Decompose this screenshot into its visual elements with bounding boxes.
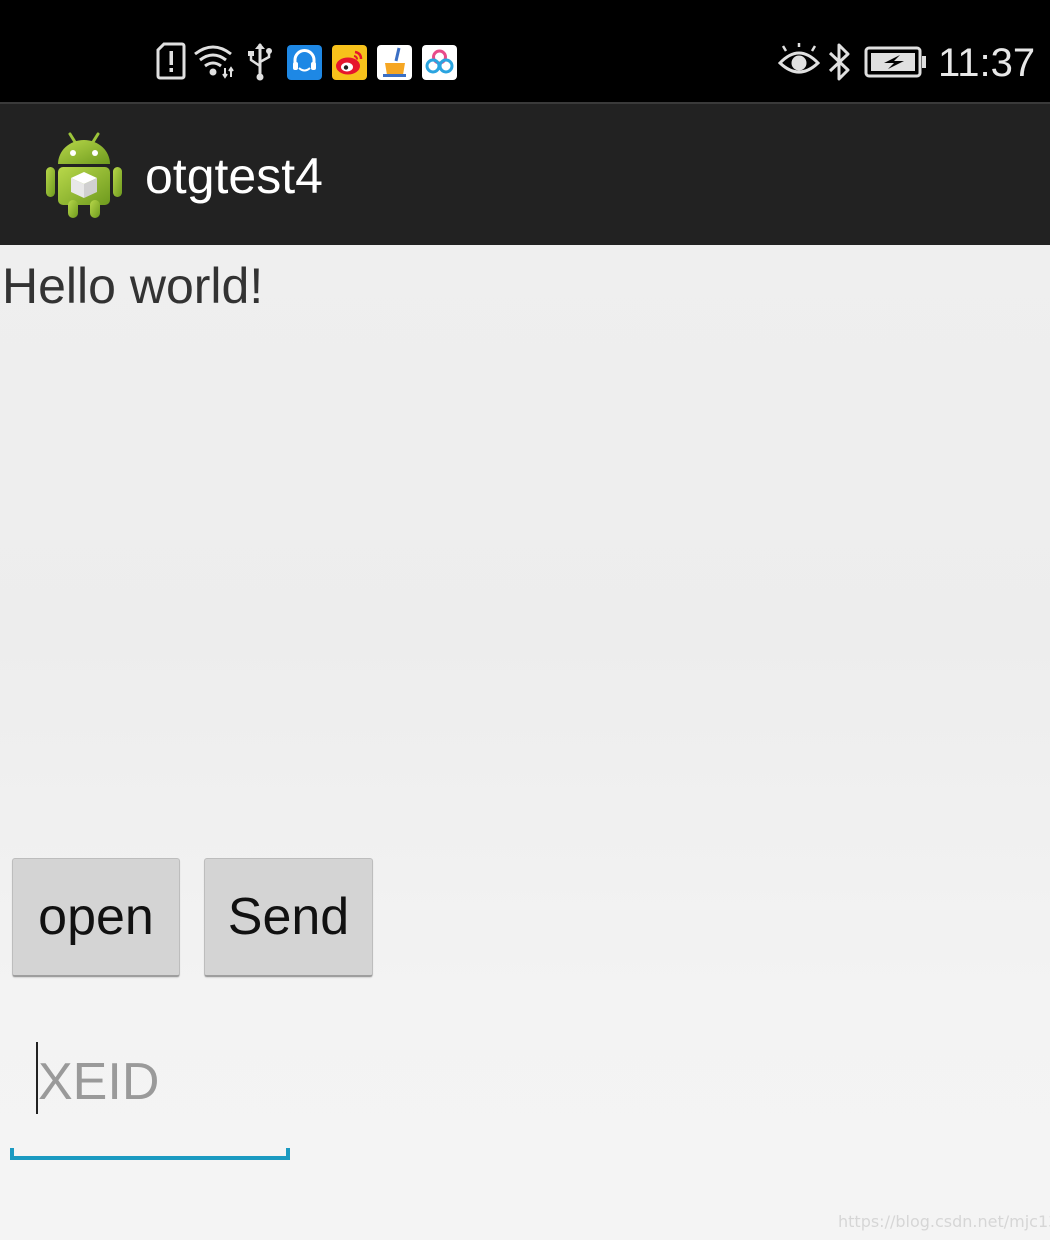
rings-app-icon xyxy=(422,45,457,80)
hello-text: Hello world! xyxy=(2,258,264,314)
send-button[interactable]: Send xyxy=(204,858,373,977)
xeid-underline xyxy=(10,1148,290,1160)
bluetooth-icon xyxy=(827,42,853,82)
battery-charging-icon xyxy=(864,46,928,78)
app-title: otgtest4 xyxy=(145,148,323,204)
android-robot-icon[interactable] xyxy=(44,128,124,220)
watermark: https://blog.csdn.net/mjc1321 xyxy=(838,1212,1050,1231)
weibo-app-icon xyxy=(332,45,367,80)
status-bar: 11:37 xyxy=(0,0,1050,102)
headset-support-app-icon xyxy=(287,45,322,80)
eye-care-icon xyxy=(778,43,820,83)
xeid-field[interactable]: XEID xyxy=(10,1030,290,1162)
status-clock: 11:37 xyxy=(938,41,1036,85)
usb-icon xyxy=(245,42,285,82)
wifi-icon xyxy=(192,42,234,82)
text-cursor xyxy=(36,1042,38,1114)
xeid-hint: XEID xyxy=(38,1053,160,1111)
cleaner-app-icon xyxy=(377,45,412,80)
open-button[interactable]: open xyxy=(12,858,180,977)
sim-alert-icon xyxy=(156,42,196,82)
